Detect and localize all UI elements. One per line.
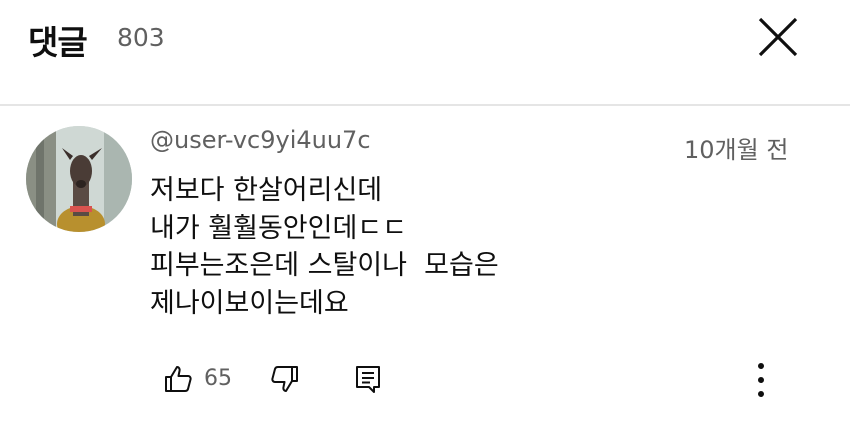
comment-text: 저보다 한살어리신데 내가 훨훨동안인데ㄷㄷ 피부는조은데 스탈이나 모습은 제… — [150, 175, 499, 319]
comment-author[interactable]: @user-vc9yi4uu7c — [150, 126, 371, 154]
close-icon — [758, 17, 798, 57]
comments-count: 803 — [117, 23, 165, 52]
avatar[interactable] — [26, 126, 132, 232]
like-button[interactable] — [163, 364, 193, 394]
more-options-button[interactable] — [750, 360, 772, 400]
comments-title: 댓글 — [28, 23, 88, 62]
more-vertical-icon — [758, 363, 764, 397]
reply-button[interactable] — [354, 364, 382, 394]
comments-header: 댓글 803 — [0, 0, 856, 104]
header-divider — [0, 104, 850, 106]
thumbs-down-icon — [271, 366, 298, 392]
dislike-button[interactable] — [270, 364, 300, 394]
like-count: 65 — [204, 366, 232, 391]
close-button[interactable] — [755, 14, 801, 60]
comment-timestamp: 10개월 전 — [684, 136, 789, 164]
thumbs-up-icon — [165, 366, 192, 392]
reply-comment-icon — [356, 366, 380, 393]
